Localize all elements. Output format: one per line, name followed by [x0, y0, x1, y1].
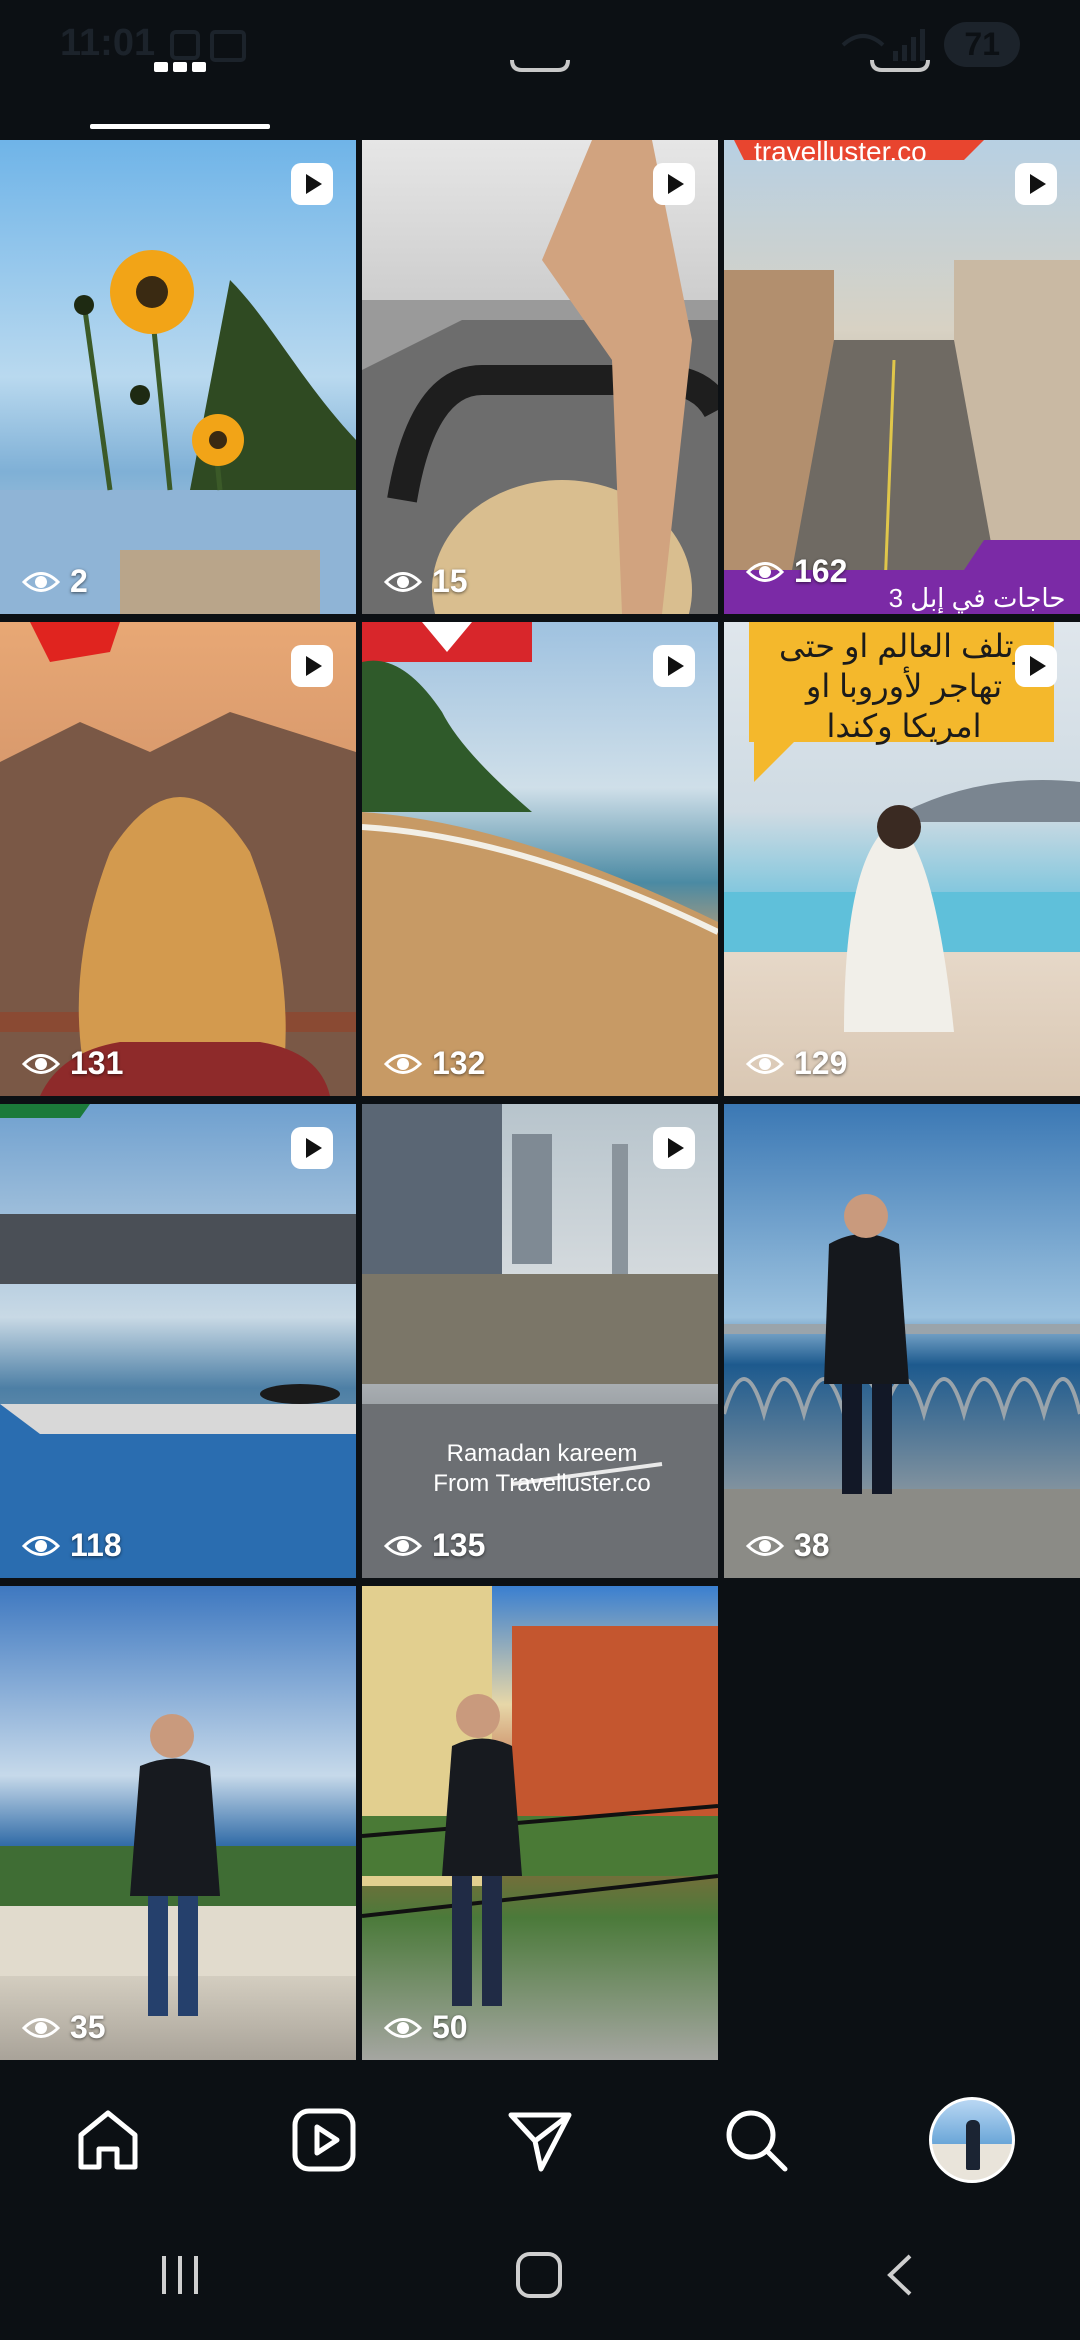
eye-icon: [384, 1535, 422, 1556]
post-thumbnail[interactable]: 35: [0, 1586, 356, 2060]
view-count: 2: [22, 563, 88, 600]
messages-icon: [508, 2112, 572, 2172]
eye-icon: [22, 1535, 60, 1556]
view-count: 118: [22, 1527, 122, 1564]
reel-icon: [291, 1127, 333, 1169]
status-time: 11:01: [60, 22, 156, 64]
eye-icon: [384, 2017, 422, 2038]
tab-grid[interactable]: [0, 60, 360, 132]
eye-icon: [22, 2017, 60, 2038]
eye-icon: [384, 571, 422, 592]
view-count: 38: [746, 1527, 830, 1564]
reel-icon: [1015, 163, 1057, 205]
eye-icon: [22, 1053, 60, 1074]
overlay-caption: travelluster.co: [754, 140, 927, 167]
reel-icon: [291, 645, 333, 687]
car-ride-image: [362, 140, 718, 614]
grid-icon: [154, 62, 206, 72]
view-count: 35: [22, 2009, 106, 2046]
eye-icon: [384, 1053, 422, 1074]
profile-tabs: [0, 60, 1080, 132]
view-count: 131: [22, 1045, 123, 1082]
bottom-nav: [0, 2070, 1080, 2210]
post-thumbnail[interactable]: 118: [0, 1104, 356, 1578]
home-button-icon[interactable]: [510, 2250, 570, 2300]
post-thumbnail[interactable]: 132: [362, 622, 718, 1096]
view-count: 162: [746, 553, 847, 590]
post-thumbnail[interactable]: Ramadan kareem From Travelluster.co 135: [362, 1104, 718, 1578]
nav-messages[interactable]: [495, 2095, 585, 2185]
tab-tagged[interactable]: [720, 60, 1080, 132]
view-count: 132: [384, 1045, 485, 1082]
eye-icon: [746, 1053, 784, 1074]
back-icon[interactable]: [870, 2250, 930, 2300]
city-road-image: [362, 1104, 718, 1578]
post-thumbnail[interactable]: 2: [0, 140, 356, 614]
tagged-icon: [870, 60, 930, 72]
nav-home[interactable]: [63, 2095, 153, 2185]
view-count: 129: [746, 1045, 847, 1082]
post-thumbnail[interactable]: 50: [362, 1586, 718, 2060]
reel-icon: [653, 645, 695, 687]
post-thumbnail[interactable]: وتلف العالم او حتى تهاجر لأوروبا او امري…: [724, 622, 1080, 1096]
mountain-view-image: [0, 622, 356, 1096]
nav-search[interactable]: [711, 2095, 801, 2185]
active-tab-indicator: [90, 124, 270, 129]
promenade-portrait-image: [0, 1714, 356, 2016]
view-count: 50: [384, 2009, 468, 2046]
post-thumbnail[interactable]: 131: [0, 622, 356, 1096]
eye-icon: [746, 561, 784, 582]
view-count: 15: [384, 563, 468, 600]
post-thumbnail[interactable]: travelluster.co 3 حاجات في إبل نتابة 162: [724, 140, 1080, 614]
eye-icon: [746, 1535, 784, 1556]
eye-icon: [22, 571, 60, 592]
search-icon: [726, 2110, 788, 2172]
signal-icon: [842, 28, 926, 61]
seaside-portrait-image: [724, 1194, 1080, 1578]
tab-reels[interactable]: [360, 60, 720, 132]
view-count: 135: [384, 1527, 485, 1564]
reel-icon: [291, 163, 333, 205]
reel-icon: [653, 163, 695, 205]
profile-avatar: [929, 2097, 1015, 2183]
nav-profile[interactable]: [927, 2095, 1017, 2185]
recents-icon[interactable]: [150, 2250, 210, 2300]
sunflower-image: [0, 250, 356, 614]
reels-icon: [292, 2108, 356, 2172]
overlay-caption: 3 حاجات في إبل نتابة: [888, 583, 1066, 613]
post-thumbnail[interactable]: 38: [724, 1104, 1080, 1578]
reel-icon: [1015, 645, 1057, 687]
pool-sea-image: [0, 1104, 356, 1578]
building-portrait-image: [362, 1586, 718, 2006]
reels-tab-icon: [510, 60, 570, 72]
post-thumbnail[interactable]: 15: [362, 140, 718, 614]
system-nav: [0, 2240, 1080, 2310]
reel-icon: [653, 1127, 695, 1169]
beach-image: [362, 622, 718, 1096]
city-street-image: [724, 140, 1080, 614]
overlay-caption: وتلف العالم او حتى تهاجر لأوروبا او امري…: [778, 628, 1030, 744]
home-icon: [78, 2110, 138, 2170]
nav-reels[interactable]: [279, 2095, 369, 2185]
overlay-caption: Ramadan kareem From Travelluster.co: [433, 1440, 651, 1497]
